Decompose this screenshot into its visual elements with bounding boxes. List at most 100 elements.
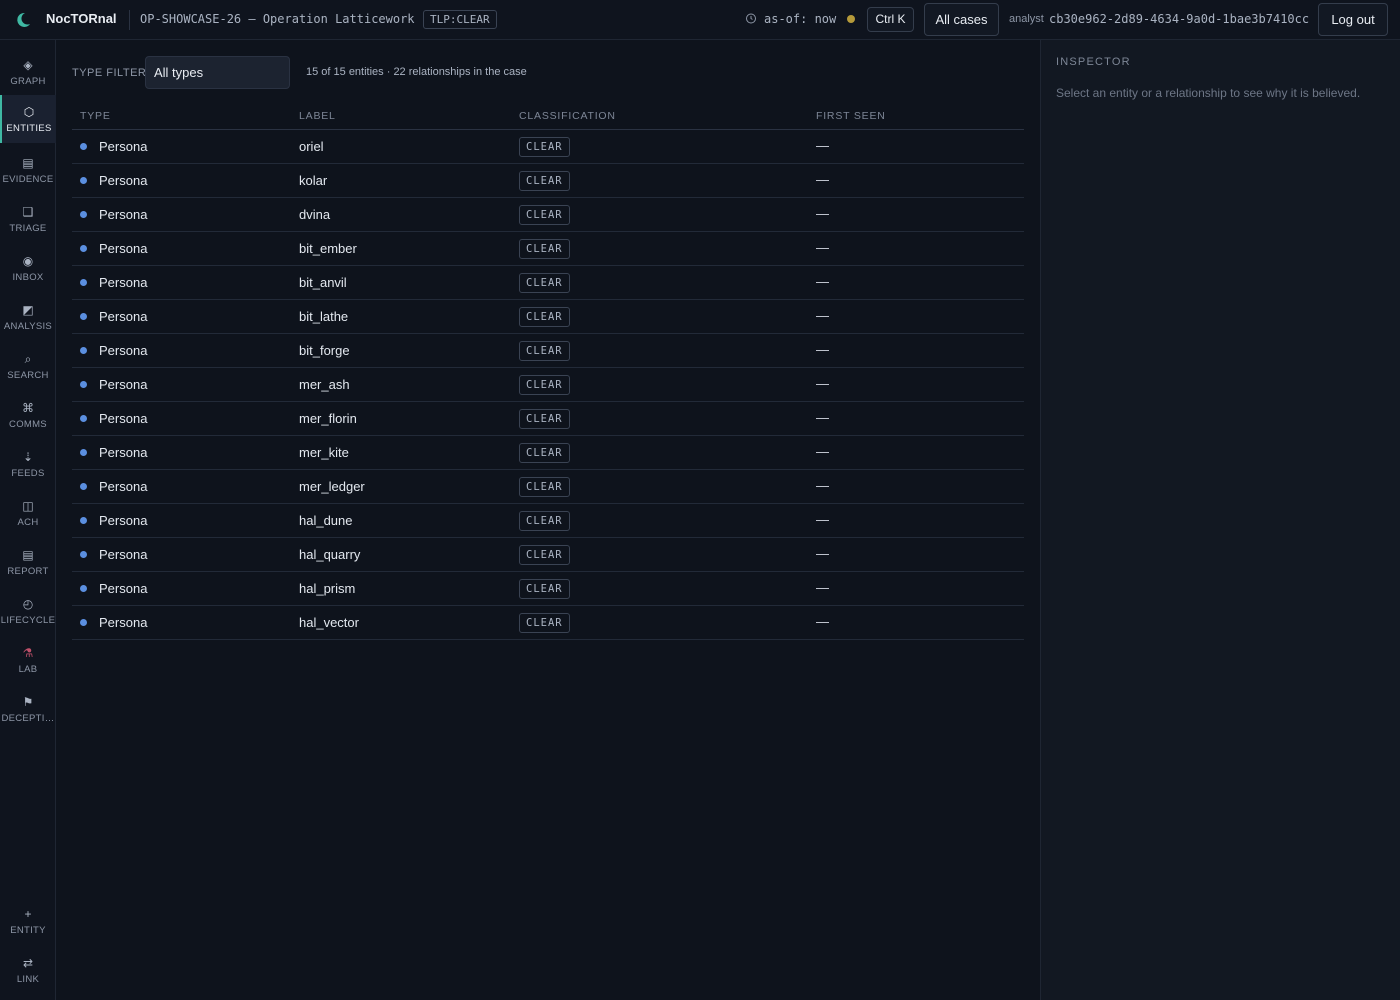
search-icon: ⌕ — [24, 351, 32, 366]
link-arrows-icon: ⇄ — [22, 955, 34, 970]
all-cases-button[interactable]: All cases — [924, 3, 999, 36]
row-label: hal_prism — [299, 581, 356, 596]
lab-icon: ⚗ — [22, 645, 34, 660]
row-type: Persona — [99, 241, 148, 256]
row-label: mer_florin — [299, 411, 357, 426]
nav-lifecycle[interactable]: ◴ LIFECYCLE — [0, 588, 56, 634]
table-row[interactable]: Persona dvina CLEAR — — [72, 198, 1024, 232]
row-type: Persona — [99, 173, 148, 188]
type-dot-icon — [80, 211, 87, 218]
column-header-type[interactable]: TYPE — [80, 110, 111, 122]
plus-icon: + — [24, 906, 32, 921]
classification-badge: CLEAR — [519, 409, 570, 429]
inbox-icon: ◉ — [22, 253, 34, 268]
table-row[interactable]: Persona kolar CLEAR — — [72, 164, 1024, 198]
row-type: Persona — [99, 411, 148, 426]
type-dot-icon — [80, 177, 87, 184]
nav-analysis[interactable]: ◩ ANALYSIS — [0, 294, 56, 340]
header-divider — [129, 10, 130, 30]
row-first-seen: — — [816, 512, 829, 527]
type-dot-icon — [80, 313, 87, 320]
entities-table: TYPE LABEL CLASSIFICATION FIRST SEEN Per… — [72, 103, 1024, 640]
type-dot-icon — [80, 279, 87, 286]
analyst-id: cb30e962-2d89-4634-9a0d-1bae3b7410cc — [1049, 12, 1310, 26]
nav-ach[interactable]: ◫ ACH — [0, 490, 56, 536]
nav-triage[interactable]: ❑ TRIAGE — [0, 196, 56, 242]
logout-button[interactable]: Log out — [1318, 3, 1388, 36]
nav-report[interactable]: ▤ REPORT — [0, 539, 56, 585]
row-type: Persona — [99, 275, 148, 290]
row-label: bit_forge — [299, 343, 350, 358]
evidence-icon: ▤ — [22, 155, 34, 170]
classification-badge: CLEAR — [519, 613, 570, 633]
analysis-icon: ◩ — [22, 302, 34, 317]
table-row[interactable]: Persona hal_vector CLEAR — — [72, 606, 1024, 640]
table-row[interactable]: Persona mer_ash CLEAR — — [72, 368, 1024, 402]
brand-name: NocTORnal — [46, 11, 117, 26]
row-type: Persona — [99, 547, 148, 562]
row-first-seen: — — [816, 444, 829, 459]
classification-badge: CLEAR — [519, 341, 570, 361]
table-row[interactable]: Persona bit_lathe CLEAR — — [72, 300, 1024, 334]
as-of-indicator[interactable]: as-of: now — [764, 12, 836, 26]
inspector-panel: INSPECTOR Select an entity or a relation… — [1040, 40, 1400, 1000]
classification-badge: CLEAR — [519, 137, 570, 157]
row-type: Persona — [99, 309, 148, 324]
nav-search[interactable]: ⌕ SEARCH — [0, 343, 56, 389]
row-type: Persona — [99, 139, 148, 154]
table-row[interactable]: Persona mer_ledger CLEAR — — [72, 470, 1024, 504]
row-first-seen: — — [816, 240, 829, 255]
column-header-label[interactable]: LABEL — [299, 110, 336, 122]
row-type: Persona — [99, 207, 148, 222]
classification-badge: CLEAR — [519, 239, 570, 259]
feeds-icon: ⇣ — [22, 449, 34, 464]
nav-evidence[interactable]: ▤ EVIDENCE — [0, 147, 56, 193]
classification-badge: CLEAR — [519, 273, 570, 293]
command-palette-button[interactable]: Ctrl K — [867, 7, 914, 32]
row-type: Persona — [99, 377, 148, 392]
table-row[interactable]: Persona hal_prism CLEAR — — [72, 572, 1024, 606]
inspector-title: INSPECTOR — [1056, 56, 1131, 68]
row-label: bit_ember — [299, 241, 357, 256]
triage-icon: ❑ — [22, 204, 34, 219]
table-row[interactable]: Persona hal_quarry CLEAR — — [72, 538, 1024, 572]
table-row[interactable]: Persona oriel CLEAR — — [72, 130, 1024, 164]
column-header-classification[interactable]: CLASSIFICATION — [519, 110, 616, 122]
row-first-seen: — — [816, 138, 829, 153]
nav-comms[interactable]: ⌘ COMMS — [0, 392, 56, 438]
tlp-badge: TLP:CLEAR — [423, 10, 497, 29]
nav-deception[interactable]: ⚑ DECEPTI… — [0, 686, 56, 732]
row-label: bit_lathe — [299, 309, 349, 324]
classification-badge: CLEAR — [519, 511, 570, 531]
entities-icon: ⬡ — [23, 104, 35, 119]
nav-inbox[interactable]: ◉ INBOX — [0, 245, 56, 291]
type-filter-label: TYPE FILTER — [72, 67, 147, 79]
type-dot-icon — [80, 619, 87, 626]
nav-entities[interactable]: ⬡ ENTITIES — [0, 95, 56, 143]
table-row[interactable]: Persona bit_ember CLEAR — — [72, 232, 1024, 266]
column-header-first-seen[interactable]: FIRST SEEN — [816, 110, 886, 122]
row-first-seen: — — [816, 342, 829, 357]
add-entity-button[interactable]: + ENTITY — [0, 898, 56, 944]
case-title[interactable]: OP-SHOWCASE-26 — Operation Latticework — [140, 12, 415, 26]
nav-label: LIFECYCLE — [0, 614, 56, 626]
nav-label: REPORT — [7, 565, 49, 577]
classification-badge: CLEAR — [519, 443, 570, 463]
row-label: oriel — [299, 139, 324, 154]
row-type: Persona — [99, 445, 148, 460]
add-link-button[interactable]: ⇄ LINK — [0, 947, 56, 993]
nav-lab[interactable]: ⚗ LAB — [0, 637, 56, 683]
nav-label: ENTITIES — [6, 122, 52, 134]
table-row[interactable]: Persona mer_kite CLEAR — — [72, 436, 1024, 470]
row-first-seen: — — [816, 614, 829, 629]
table-row[interactable]: Persona bit_anvil CLEAR — — [72, 266, 1024, 300]
table-row[interactable]: Persona hal_dune CLEAR — — [72, 504, 1024, 538]
nav-graph[interactable]: ◈ GRAPH — [0, 49, 56, 95]
row-label: mer_kite — [299, 445, 349, 460]
table-row[interactable]: Persona mer_florin CLEAR — — [72, 402, 1024, 436]
report-icon: ▤ — [22, 547, 34, 562]
row-first-seen: — — [816, 410, 829, 425]
table-row[interactable]: Persona bit_forge CLEAR — — [72, 334, 1024, 368]
type-filter-select[interactable]: All types — [145, 56, 290, 89]
nav-feeds[interactable]: ⇣ FEEDS — [0, 441, 56, 487]
